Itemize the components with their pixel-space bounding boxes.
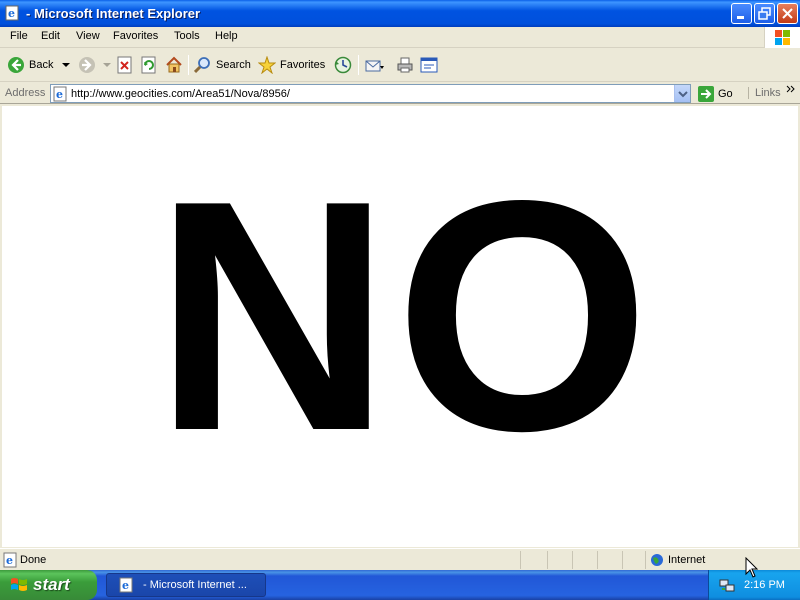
ie-page-icon: e (3, 552, 19, 571)
globe-icon (650, 553, 664, 570)
windows-flag-icon (10, 577, 28, 598)
taskbar: start e - Microsoft Internet ... 2:16 PM (0, 570, 800, 600)
status-panel (520, 551, 521, 569)
status-panel (547, 551, 548, 569)
edit-button[interactable] (420, 54, 438, 76)
status-panel (645, 551, 646, 569)
status-bar: e Done Internet (0, 548, 800, 570)
home-icon (166, 56, 182, 73)
clock[interactable]: 2:16 PM (744, 579, 785, 591)
stop-icon (117, 56, 132, 74)
address-bar: Address e http://www.geocities.com/Area5… (0, 82, 800, 104)
minimize-icon (737, 16, 744, 19)
title-bar[interactable]: e - Microsoft Internet Explorer (0, 0, 800, 27)
forward-icon (79, 57, 95, 73)
status-text: Done (20, 554, 47, 566)
menu-view[interactable]: View (76, 30, 100, 42)
security-zone: Internet (668, 554, 706, 566)
ie-page-icon: e (53, 86, 69, 105)
toolbar-separator (358, 55, 359, 75)
go-arrow-icon (698, 85, 714, 102)
ie-page-icon: e (5, 5, 21, 21)
forward-dropdown-icon (103, 63, 111, 67)
close-button[interactable] (777, 3, 798, 24)
close-icon (782, 8, 793, 19)
menu-file[interactable]: File (10, 30, 28, 42)
back-icon (8, 57, 24, 73)
edit-icon (420, 57, 438, 73)
start-button[interactable]: start (0, 570, 97, 600)
history-icon (334, 56, 352, 74)
refresh-button[interactable] (141, 54, 157, 76)
mail-button[interactable] (365, 54, 385, 76)
page-content: NO (2, 106, 798, 547)
home-button[interactable] (165, 54, 183, 76)
chevron-down-icon (678, 91, 688, 98)
standard-toolbar: Back Search Favorites (0, 49, 800, 82)
menu-edit[interactable]: Edit (41, 30, 60, 42)
status-panel (572, 551, 573, 569)
svg-text:e: e (122, 579, 129, 592)
search-button[interactable]: Search (194, 54, 251, 76)
taskbar-item-label: - Microsoft Internet ... (143, 579, 247, 591)
svg-text:e: e (6, 554, 13, 567)
history-button[interactable] (334, 54, 352, 76)
taskbar-item-ie[interactable]: e - Microsoft Internet ... (106, 573, 266, 597)
address-dropdown-button[interactable] (674, 85, 690, 102)
ie-page-icon: e (119, 577, 135, 596)
favorites-button[interactable]: Favorites (258, 54, 325, 76)
go-button[interactable]: Go (697, 84, 733, 103)
toolbar-separator (188, 55, 189, 75)
menu-help[interactable]: Help (215, 30, 238, 42)
favorites-star-icon (258, 56, 276, 74)
svg-text:e: e (56, 88, 63, 101)
minimize-button[interactable] (731, 3, 752, 24)
status-panel (622, 551, 623, 569)
address-input[interactable]: e http://www.geocities.com/Area51/Nova/8… (50, 84, 691, 103)
page-heading: NO (154, 132, 654, 499)
stop-button[interactable] (117, 54, 133, 76)
address-url: http://www.geocities.com/Area51/Nova/895… (71, 88, 290, 100)
address-label: Address (5, 87, 46, 99)
windows-logo-icon (764, 27, 800, 48)
restore-icon (758, 7, 771, 20)
status-panel (597, 551, 598, 569)
menu-bar: File Edit View Favorites Tools Help (0, 27, 800, 48)
back-dropdown-icon[interactable] (61, 60, 71, 70)
mouse-cursor-icon (745, 557, 759, 578)
window-title: - Microsoft Internet Explorer (26, 6, 201, 21)
svg-text:e: e (8, 7, 15, 20)
refresh-icon (141, 56, 156, 74)
restore-button[interactable] (754, 3, 775, 24)
start-label: start (33, 575, 70, 594)
chevron-right-icon[interactable] (786, 85, 796, 95)
print-icon (397, 57, 413, 73)
forward-button[interactable] (78, 54, 112, 76)
mail-icon (365, 60, 384, 72)
links-toolbar[interactable]: Links (748, 87, 781, 99)
search-icon (194, 57, 210, 74)
links-label: Links (755, 87, 781, 99)
print-button[interactable] (396, 54, 414, 76)
menu-tools[interactable]: Tools (174, 30, 200, 42)
menu-favorites[interactable]: Favorites (113, 30, 158, 42)
network-icon[interactable] (719, 577, 735, 596)
back-button[interactable]: Back (7, 54, 71, 76)
